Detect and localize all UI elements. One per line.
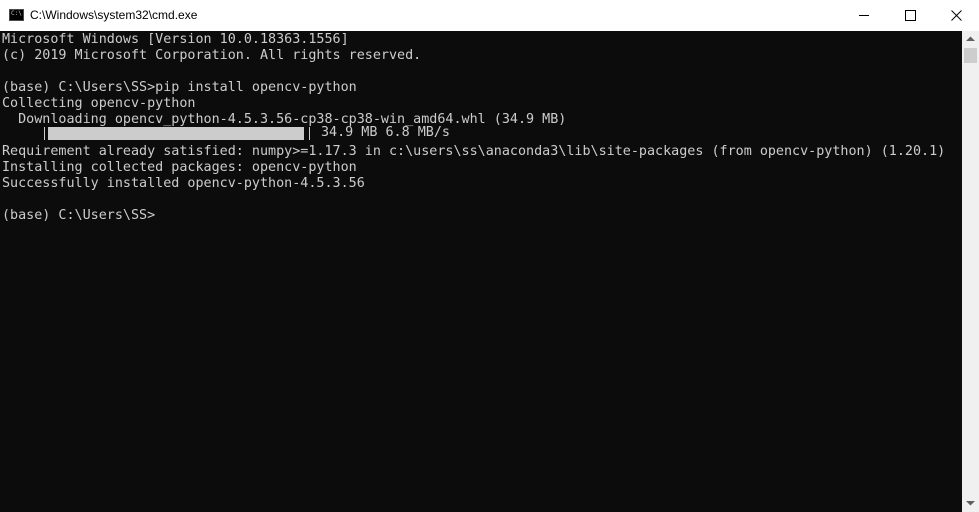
- console-line: Collecting opencv-python: [2, 96, 196, 111]
- arrow-up-icon: [966, 36, 975, 41]
- console-line: Requirement already satisfied: numpy>=1.…: [2, 144, 946, 159]
- minimize-icon: [859, 15, 869, 16]
- progress-bar-fill: [48, 127, 304, 140]
- vertical-scrollbar[interactable]: [962, 31, 979, 512]
- console-line: (base) C:\Users\SS>pip install opencv-py…: [2, 80, 357, 95]
- window-title: C:\Windows\system32\cmd.exe: [30, 8, 198, 22]
- close-icon: [951, 10, 962, 21]
- console-prompt: (base) C:\Users\SS>: [2, 208, 156, 223]
- close-button[interactable]: [933, 0, 979, 31]
- console-line: Microsoft Windows [Version 10.0.18363.15…: [2, 32, 349, 47]
- scroll-down-button[interactable]: [962, 495, 979, 512]
- progress-bar-text: 34.9 MB 6.8 MB/s: [321, 125, 450, 140]
- console-line: Successfully installed opencv-python-4.5…: [2, 176, 365, 191]
- console-line: (c) 2019 Microsoft Corporation. All righ…: [2, 48, 422, 63]
- console-line: Installing collected packages: opencv-py…: [2, 160, 357, 175]
- cmd-console-icon[interactable]: C:\: [9, 9, 24, 21]
- console-line: Downloading opencv_python-4.5.3.56-cp38-…: [2, 112, 567, 127]
- title-bar[interactable]: C:\ C:\Windows\system32\cmd.exe: [0, 0, 979, 31]
- progress-bar-right-edge: [309, 127, 310, 140]
- scroll-thumb[interactable]: [964, 48, 977, 63]
- scroll-up-button[interactable]: [962, 31, 979, 48]
- cmd-window: C:\ C:\Windows\system32\cmd.exe Microsof…: [0, 0, 979, 512]
- console-output[interactable]: Microsoft Windows [Version 10.0.18363.15…: [0, 31, 962, 512]
- progress-bar-left-edge: [44, 127, 45, 140]
- maximize-icon: [905, 10, 916, 21]
- maximize-button[interactable]: [887, 0, 933, 31]
- minimize-button[interactable]: [841, 0, 887, 31]
- arrow-down-icon: [966, 501, 975, 506]
- app-icon-label: C:\: [11, 10, 22, 17]
